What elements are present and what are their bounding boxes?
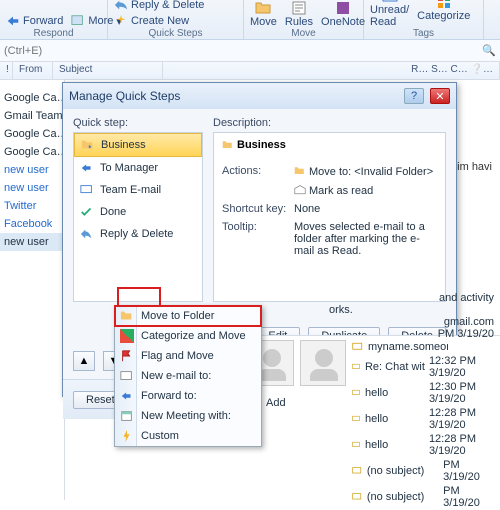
list-item[interactable]: Google Ca…: [0, 125, 64, 143]
rules-icon: [291, 0, 307, 16]
mi-new-email[interactable]: New e-mail to:: [115, 366, 261, 386]
qs-item-tomanager[interactable]: To Manager: [74, 157, 202, 179]
list-item[interactable]: Google Ca…: [0, 143, 64, 161]
activity-row[interactable]: hello12:28 PM 3/19/20: [352, 406, 494, 432]
mail-icon: [80, 183, 94, 197]
dialog-title: Manage Quick Steps: [69, 89, 180, 103]
activity-row[interactable]: Re: Chat with12:32 PM 3/19/20: [352, 354, 494, 380]
folder-icon: [120, 309, 134, 323]
quickstep-list[interactable]: Business To Manager Team E-mail Done Rep…: [73, 132, 203, 302]
close-button[interactable]: ✕: [430, 88, 450, 104]
mail-icon: [352, 491, 363, 503]
folder-move-icon: [81, 138, 95, 152]
forward-icon: [6, 14, 20, 28]
create-new-button[interactable]: Create New: [114, 14, 189, 28]
reply-delete-button[interactable]: Reply & Delete: [114, 0, 204, 12]
search-input[interactable]: [4, 45, 146, 57]
subject-col[interactable]: Subject: [53, 62, 163, 79]
help-button[interactable]: ?: [404, 88, 424, 104]
activity-row[interactable]: (no subject)PM 3/19/20: [352, 458, 494, 484]
lightning-icon: [120, 429, 134, 443]
activity-row[interactable]: myname.someone@gmail.co: [352, 340, 494, 354]
flags-cols[interactable]: R… S… C… ❔…: [163, 62, 500, 79]
category-icon: [120, 329, 134, 343]
unread-button[interactable]: Unread/ Read: [370, 0, 409, 28]
mail-icon: [352, 361, 361, 373]
mi-move-to-folder[interactable]: Move to Folder: [115, 306, 261, 326]
calendar-icon: [120, 409, 134, 423]
avatar[interactable]: [300, 340, 346, 386]
list-item[interactable]: Facebook: [0, 215, 64, 233]
description-label: Description:: [213, 117, 446, 129]
group-tags: Tags: [364, 28, 483, 39]
forward-button[interactable]: Forward: [6, 14, 63, 28]
description-box: Business Actions:Move to: <Invalid Folde…: [213, 132, 446, 302]
mi-new-meeting[interactable]: New Meeting with:: [115, 406, 261, 426]
mail-icon: [352, 465, 363, 477]
list-item-selected[interactable]: new user: [0, 233, 64, 251]
mail-icon: [352, 439, 361, 451]
list-item[interactable]: Google Ca…: [0, 89, 64, 107]
category-icon: [436, 0, 452, 10]
check-icon: [80, 205, 94, 219]
reply-icon: [80, 227, 94, 241]
people-pane: and activity orks. gmail.com PM 3/19/20 …: [242, 335, 500, 500]
categorize-button[interactable]: Categorize: [417, 0, 470, 22]
search-bar: 🔍: [0, 40, 500, 62]
group-quicksteps: Quick Steps: [108, 28, 243, 39]
message-list[interactable]: Google Ca… Gmail Team Google Ca… Google …: [0, 80, 65, 500]
sparkle-icon: [114, 14, 128, 28]
forward-icon: [120, 389, 134, 403]
pane-hint: and activity orks. gmail.com PM 3/19/20: [329, 292, 494, 340]
new-menu: Move to Folder Categorize and Move Flag …: [114, 305, 262, 447]
mail-icon: [352, 387, 361, 399]
qs-item-replydelete[interactable]: Reply & Delete: [74, 223, 202, 245]
mail-icon: [352, 341, 364, 353]
reply-icon: [114, 0, 128, 12]
column-headers: ! From Subject R… S… C… ❔…: [0, 62, 500, 80]
flag-icon: [120, 349, 134, 363]
ribbon: Forward More ▾ Respond Reply & Delete Cr…: [0, 0, 500, 40]
qs-item-business[interactable]: Business: [74, 133, 202, 157]
mi-categorize-move[interactable]: Categorize and Move: [115, 326, 261, 346]
mail-open-icon: [294, 184, 306, 196]
qs-item-done[interactable]: Done: [74, 201, 202, 223]
forward-icon: [80, 161, 94, 175]
from-col[interactable]: From: [13, 62, 53, 79]
flag-col[interactable]: !: [0, 62, 13, 79]
list-item[interactable]: Gmail Team: [0, 107, 64, 125]
activity-row[interactable]: hello12:28 PM 3/19/20: [352, 432, 494, 458]
move-up-button[interactable]: ▲: [73, 351, 95, 371]
folder-move-icon: [222, 139, 234, 151]
more-icon: [71, 14, 85, 28]
dialog-titlebar[interactable]: Manage Quick Steps ? ✕: [63, 83, 456, 109]
list-item[interactable]: Twitter: [0, 197, 64, 215]
mi-forward-to[interactable]: Forward to:: [115, 386, 261, 406]
move-button[interactable]: Move: [250, 0, 277, 28]
rules-button[interactable]: Rules: [285, 0, 313, 28]
folder-icon: [255, 0, 271, 16]
onenote-button[interactable]: OneNote: [321, 0, 365, 28]
activity-list: myname.someone@gmail.co Re: Chat with12:…: [352, 340, 494, 510]
folder-icon: [294, 165, 306, 177]
quickstep-label: Quick step:: [73, 117, 203, 129]
mi-custom[interactable]: Custom: [115, 426, 261, 446]
mail-icon: [352, 413, 361, 425]
list-item[interactable]: new user: [0, 179, 64, 197]
list-item[interactable]: new user: [0, 161, 64, 179]
onenote-icon: [335, 0, 351, 16]
group-respond: Respond: [0, 28, 107, 39]
mail-icon: [120, 369, 134, 383]
mi-flag-move[interactable]: Flag and Move: [115, 346, 261, 366]
activity-row[interactable]: hello12:30 PM 3/19/20: [352, 380, 494, 406]
group-move: Move: [244, 28, 363, 39]
desc-name: Business: [237, 139, 286, 151]
qs-item-team[interactable]: Team E-mail: [74, 179, 202, 201]
activity-row[interactable]: (no subject)PM 3/19/20: [352, 484, 494, 510]
